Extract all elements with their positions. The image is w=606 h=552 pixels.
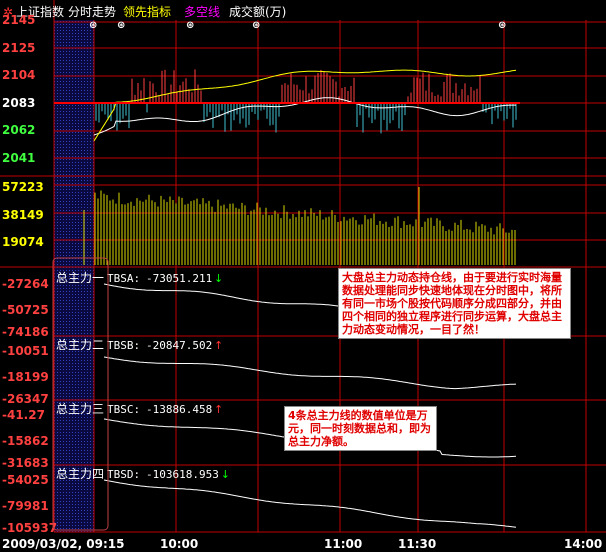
turnover-label: 成交额(万) [229, 4, 286, 19]
panel-axis-label: -18199 [2, 370, 49, 384]
price-label: 2083 [2, 96, 35, 110]
panel-tag: TBSC: [107, 403, 140, 416]
time-label: 11:00 [324, 537, 362, 551]
time-label: 10:00 [160, 537, 198, 551]
chart-header: ✲ 上证指数 分时走势 领先指标 多空线 成交额(万) [3, 4, 286, 19]
panel-axis-label: -74186 [2, 325, 49, 339]
view-mode: 分时走势 [68, 5, 116, 19]
long-short-label: 多空线 [184, 5, 220, 19]
panel-title: 总主力四 [56, 467, 104, 481]
price-axis: 2145 2125 2104 2083 2062 2041 [2, 13, 35, 165]
event-marker: ⊛ [89, 20, 97, 31]
panel-axis-label: -41.27 [2, 408, 45, 422]
panel-axis-label: -15862 [2, 434, 49, 448]
volume-label: 57223 [2, 180, 44, 194]
time-label: 2009/03/02, 09:15 [2, 537, 125, 551]
panel-axis-label: -27264 [2, 277, 49, 291]
panel-tag: TBSD: [107, 468, 140, 481]
lead-line [93, 69, 517, 142]
price-label: 2062 [2, 123, 35, 137]
panel-title: 总主力二 [56, 338, 104, 352]
panel-title: 总主力一 [56, 271, 104, 285]
main-force-line [103, 479, 517, 528]
event-marker: ⊛ [186, 20, 194, 31]
panel-value: -20847.502 [146, 339, 212, 352]
event-marker: ⊛ [117, 20, 125, 31]
volume-axis: 57223 38149 19074 [2, 180, 44, 249]
panel-axis-label: -10051 [2, 344, 49, 358]
main-callout: 大盘总主力动态持仓线，由于要进行实时海量数据处理能同步快速地体现在分时图中，将所… [338, 268, 571, 339]
price-label: 2145 [2, 13, 35, 27]
panel-title: 总主力三 [56, 402, 104, 416]
panel-axis-label: -26347 [2, 392, 49, 406]
price-label: 2041 [2, 151, 35, 165]
panel-arrow: ↑ [214, 339, 223, 352]
volume-label: 38149 [2, 208, 44, 222]
main-force-line [103, 356, 517, 390]
panel-axis-label: -79981 [2, 499, 49, 513]
panel-value: -73051.211 [146, 272, 212, 285]
event-marker: ⊛ [252, 20, 260, 31]
panel-tag: TBSB: [107, 339, 140, 352]
lead-indicator-label: 领先指标 [123, 4, 171, 19]
panel-axis-label: -31683 [2, 456, 49, 470]
panel-value: -13886.458 [146, 403, 212, 416]
event-marker: ⊛ [498, 20, 506, 31]
panel-axis-label: -105937 [2, 521, 57, 535]
time-label: 11:30 [398, 537, 436, 551]
panel-tag: TBSA: [107, 272, 140, 285]
time-axis: 2009/03/02, 09:15 10:00 11:00 11:30 14:0… [2, 537, 602, 551]
price-label: 2125 [2, 41, 35, 55]
price-label: 2104 [2, 68, 35, 82]
panel-value: -103618.953 [146, 468, 219, 481]
volume-label: 19074 [2, 235, 44, 249]
panel-arrow: ↓ [214, 272, 223, 285]
units-callout: 4条总主力线的数值单位是万元，同一时刻数据总和，即为总主力净额。 [284, 406, 437, 451]
panel-axis-label: -54025 [2, 473, 49, 487]
time-label: 14:00 [564, 537, 602, 551]
panel-arrow: ↓ [221, 468, 230, 481]
volume-bars [83, 187, 516, 265]
panel-arrow: ↑ [214, 403, 223, 416]
panel-axis-label: -50725 [2, 303, 49, 317]
